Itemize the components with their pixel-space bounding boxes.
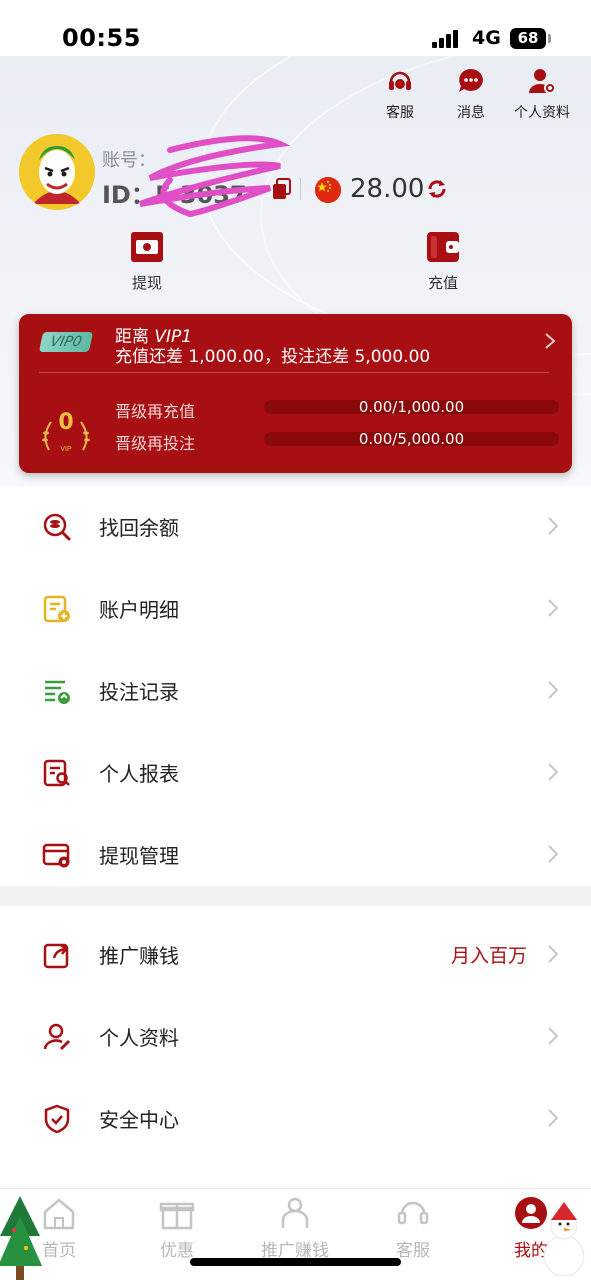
gift-icon [159,1202,195,1230]
redaction-scribble [138,135,290,218]
withdraw-label: 提现 [131,274,162,292]
shield-icon [44,1104,70,1134]
chevron-right-icon [548,599,559,617]
tab-label: 首页 [42,1241,76,1261]
menu-item-promote[interactable]: 推广赚钱 月入百万 [0,912,591,994]
home-indicator [190,1258,401,1266]
status-time: 00:55 [62,24,141,52]
chevron-right-icon [548,763,559,781]
messages-label: 消息 [457,105,485,121]
customer-service-label: 客服 [386,105,414,121]
menu-item-personal-info[interactable]: 个人资料 [0,994,591,1076]
withdraw-icon [131,232,163,262]
china-flag-icon [315,177,341,203]
tab-customer-service[interactable]: 客服 [368,1196,458,1261]
menu-label: 个人报表 [99,762,179,786]
menu-item-withdraw-manage[interactable]: 提现管理 [0,812,591,894]
account-detail-icon [43,595,70,623]
promote-icon [281,1197,309,1228]
snowman-decoration [543,1202,585,1277]
status-bar: 00:55 4G 68 [0,0,591,56]
divider [300,178,301,200]
vip-divider [39,372,549,373]
vip-badge: VIP0 [38,332,94,352]
deposit-progress-label: 晋级再充值 [115,402,196,421]
vip-difference: 充值还差 1,000.00，投注还差 5,000.00 [115,347,431,367]
menu-label: 安全中心 [99,1108,179,1132]
profile-label: 个人资料 [514,105,570,121]
messages-button[interactable]: 消息 [431,66,511,122]
chevron-right-icon[interactable] [544,332,556,350]
network-type: 4G [472,27,501,49]
profile-button[interactable]: 个人资料 [502,66,582,122]
coins-search-icon [43,513,71,541]
chevron-right-icon [548,845,559,863]
svg-text:VIP: VIP [60,446,72,453]
menu-label: 推广赚钱 [99,944,179,968]
tab-promotions[interactable]: 优惠 [132,1196,222,1261]
tab-home[interactable]: 首页 [14,1196,104,1261]
share-icon [43,943,69,969]
menu-label: 账户明细 [99,598,179,622]
menu-item-recover-balance[interactable]: 找回余额 [0,484,591,566]
deposit-label: 充值 [427,274,458,292]
signal-icon [432,28,464,48]
battery-tip [548,34,551,43]
bet-record-icon [45,680,70,704]
deposit-button[interactable]: 充值 [398,230,488,293]
menu-item-account-detail[interactable]: 账户明细 [0,566,591,648]
vip-level-laurel: VIP 0 [37,410,95,454]
wallet-icon [427,232,459,262]
avatar-image [19,134,95,210]
copy-icon[interactable] [272,178,292,200]
deposit-progress-value: 0.00/1,000.00 [358,398,465,416]
withdraw-button[interactable]: 提现 [102,230,192,293]
menu-label: 投注记录 [99,680,179,704]
bet-progress-label: 晋级再投注 [115,434,196,453]
chevron-right-icon [548,681,559,699]
home-icon [43,1198,75,1230]
chevron-right-icon [548,945,559,963]
vip-level-number: 0 [58,410,74,435]
section-divider [0,886,591,906]
menu-item-bet-record[interactable]: 投注记录 [0,648,591,730]
message-icon [459,68,483,92]
menu-item-personal-report[interactable]: 个人报表 [0,730,591,812]
chevron-right-icon [548,1109,559,1127]
tab-promote[interactable]: 推广赚钱 [250,1196,340,1261]
menu-label: 提现管理 [99,844,179,868]
avatar[interactable] [19,134,95,210]
headset-icon [389,71,411,90]
battery-icon: 68 [510,28,546,49]
chevron-right-icon [548,1027,559,1045]
promote-tag: 月入百万 [450,945,527,967]
balance-amount: 28.00 [350,174,425,204]
menu-item-security-center[interactable]: 安全中心 [0,1076,591,1158]
chevron-right-icon [548,517,559,535]
user-edit-icon [43,1023,71,1051]
headset-icon [397,1201,429,1225]
menu-label: 找回余额 [99,516,179,540]
vip-card[interactable]: VIP0 距离 VIP1 充值还差 1,000.00，投注还差 5,000.00… [19,314,572,473]
menu-label: 个人资料 [99,1026,179,1050]
withdraw-manage-icon [42,843,70,868]
bet-progress-value: 0.00/5,000.00 [358,430,465,448]
profile-icon [529,69,556,94]
report-icon [43,759,70,787]
refresh-icon[interactable] [426,178,448,200]
customer-service-button[interactable]: 客服 [360,66,440,122]
